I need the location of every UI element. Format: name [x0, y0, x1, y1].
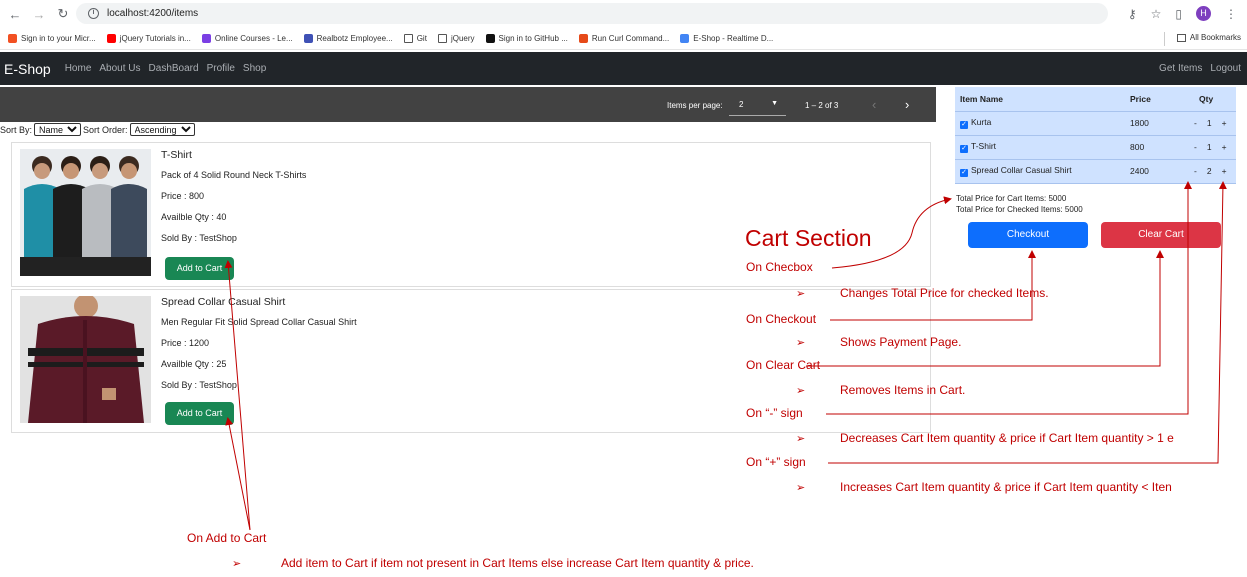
annotation-checkbox-desc: Changes Total Price for checked Items. — [840, 286, 1049, 300]
bullet-icon: ➢ — [796, 433, 806, 445]
annotation-minus-desc: Decreases Cart Item quantity & price if … — [840, 431, 1174, 445]
annotation-plus-desc: Increases Cart Item quantity & price if … — [840, 480, 1172, 494]
page: ← → ↻ i localhost:4200/items ⚷ ☆ ▯ H ⋮ S… — [0, 0, 1247, 577]
add-cart-arrow-1 — [224, 260, 251, 531]
annotation-checkout-desc: Shows Payment Page. — [840, 335, 962, 349]
plus-arrow — [828, 181, 1227, 464]
annotation-on-checkout: On Checkout — [746, 312, 817, 326]
annotation-clear-desc: Removes Items in Cart. — [840, 383, 966, 397]
bullet-icon: ➢ — [232, 558, 242, 570]
annotation-on-plus: On “+” sign — [746, 455, 806, 469]
annotation-on-add-to-cart: On Add to Cart — [187, 531, 267, 545]
annotation-on-clear: On Clear Cart — [746, 358, 821, 372]
bullet-icon: ➢ — [796, 482, 806, 494]
annotation-add-desc: Add item to Cart if item not present in … — [281, 556, 754, 570]
bullet-icon: ➢ — [796, 337, 806, 349]
annotation-on-checkbox: On Checbox — [746, 260, 813, 274]
add-cart-arrow-2 — [225, 417, 251, 531]
bullet-icon: ➢ — [796, 385, 806, 397]
annotation-title: Cart Section — [745, 225, 872, 251]
bullet-icon: ➢ — [796, 288, 806, 300]
annotation-on-minus: On “-” sign — [746, 406, 803, 420]
